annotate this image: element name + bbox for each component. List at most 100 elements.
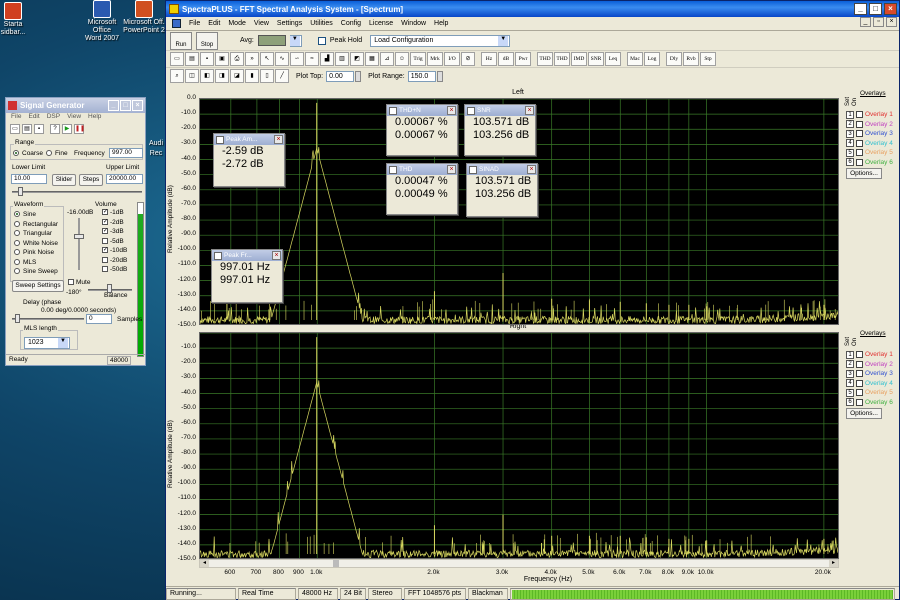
overlay-set-button[interactable]: 1: [846, 350, 854, 359]
siggen-menu-file[interactable]: File: [11, 113, 21, 123]
zoom-x-icon[interactable]: ◨: [215, 69, 229, 83]
waveform-radio[interactable]: MLS: [14, 259, 36, 266]
mdi-restore-button[interactable]: ▫: [873, 17, 884, 27]
snr-readout[interactable]: SNR × 103.571 dB 103.256 dB: [464, 104, 536, 156]
no-overload-icon[interactable]: ⊘: [461, 52, 475, 66]
sweep-settings-button[interactable]: Sweep Settings: [12, 280, 64, 292]
close-icon[interactable]: ×: [447, 106, 456, 115]
dly-button[interactable]: Dly: [666, 52, 682, 66]
overlay-row[interactable]: 6 Overlay 6: [846, 158, 893, 167]
stop-button[interactable]: Stop: [196, 31, 218, 50]
close-button[interactable]: ×: [884, 3, 897, 15]
overlay-options-button[interactable]: Options...: [846, 168, 882, 179]
menu-edit[interactable]: Edit: [208, 20, 220, 27]
open-icon[interactable]: ▤: [22, 124, 32, 134]
peak-frequency-readout[interactable]: Peak Fr... × 997.01 Hz 997.01 Hz: [211, 249, 283, 303]
db-button[interactable]: dB: [498, 52, 514, 66]
octave-icon[interactable]: ▯: [260, 69, 274, 83]
desktop-icon-powerpoint[interactable]: Microsoft Off. PowerPoint 2: [122, 0, 166, 35]
forward-icon[interactable]: »: [245, 52, 259, 66]
marker-button[interactable]: Mrk: [427, 52, 443, 66]
desktop-icon-word[interactable]: Microsoft Office Word 2007: [78, 0, 126, 43]
overlay-checkbox[interactable]: [856, 370, 863, 377]
siggen-menu-edit[interactable]: Edit: [28, 113, 39, 123]
close-icon[interactable]: ×: [525, 106, 534, 115]
siggen-titlebar[interactable]: Signal Generator _ □ ×: [6, 98, 145, 113]
leq-button[interactable]: Leq: [605, 52, 621, 66]
siggen-minimize-button[interactable]: _: [108, 100, 119, 111]
pwr-button[interactable]: Pwr: [515, 52, 531, 66]
person-icon[interactable]: ☺: [395, 52, 409, 66]
phase-icon[interactable]: ∽: [290, 52, 304, 66]
waveform-radio[interactable]: Triangular: [14, 230, 52, 237]
scrollbar-left-arrow[interactable]: ◂: [200, 560, 209, 567]
thd-readout[interactable]: THD × 0.00047 % 0.00049 %: [386, 163, 458, 215]
menu-config[interactable]: Config: [341, 20, 361, 27]
thdn-readout[interactable]: THD+N × 0.00067 % 0.00067 %: [386, 104, 458, 156]
frequency-slider[interactable]: [12, 191, 142, 193]
menu-file[interactable]: File: [189, 20, 200, 27]
level-checkbox[interactable]: -50dB: [102, 266, 127, 273]
siggen-menu-help[interactable]: Help: [88, 113, 101, 123]
siggen-close-button[interactable]: ×: [132, 100, 143, 111]
maximize-button[interactable]: □: [869, 3, 882, 15]
save-icon[interactable]: ▪: [200, 52, 214, 66]
close-icon[interactable]: ×: [527, 165, 536, 174]
close-icon[interactable]: ×: [272, 251, 281, 260]
avg-value-box[interactable]: [257, 35, 286, 46]
open-icon[interactable]: ▤: [185, 52, 199, 66]
peak-hold-checkbox[interactable]: [317, 36, 326, 45]
frequency-input[interactable]: 997.00: [109, 148, 143, 158]
filter-icon[interactable]: ▦: [365, 52, 379, 66]
print-icon[interactable]: ⎙: [230, 52, 244, 66]
spectrum-icon[interactable]: ▟: [320, 52, 334, 66]
zoom-icon[interactable]: ⌕: [170, 69, 184, 83]
overlay-checkbox[interactable]: [856, 111, 863, 118]
run-button[interactable]: Run: [170, 31, 192, 50]
sinad-readout[interactable]: SINAD × 103.571 dB 103.256 dB: [466, 163, 538, 217]
overlay-set-button[interactable]: 3: [846, 129, 854, 138]
mdi-close-button[interactable]: ×: [886, 17, 897, 27]
new-icon[interactable]: ▭: [10, 124, 20, 134]
level-checkbox[interactable]: ✓ -10dB: [102, 247, 127, 254]
spectrogram-icon[interactable]: ▥: [335, 52, 349, 66]
horizontal-scrollbar[interactable]: ◂ ▸: [199, 559, 839, 568]
hz-button[interactable]: Hz: [481, 52, 497, 66]
waveform-radio[interactable]: Pink Noise: [14, 249, 54, 256]
rvb-button[interactable]: Rvb: [683, 52, 699, 66]
export-icon[interactable]: ▣: [215, 52, 229, 66]
overlay-options-button[interactable]: Options...: [846, 408, 882, 419]
new-icon[interactable]: ▭: [170, 52, 184, 66]
line-icon[interactable]: ╱: [275, 69, 289, 83]
imd-button[interactable]: IMD: [571, 52, 587, 66]
overlay-checkbox[interactable]: [856, 130, 863, 137]
overlay-row[interactable]: 1 Overlay 1: [846, 350, 893, 359]
phase-plot-icon[interactable]: ⊿: [380, 52, 394, 66]
cursor-icon[interactable]: ↖: [260, 52, 274, 66]
overlay-checkbox[interactable]: [856, 351, 863, 358]
time-series-icon[interactable]: ≈: [305, 52, 319, 66]
save-icon[interactable]: ▪: [34, 124, 44, 134]
frequency-slider-thumb[interactable]: [18, 187, 23, 196]
overlay-set-button[interactable]: 6: [846, 398, 854, 406]
overlay-row[interactable]: 2 Overlay 2: [846, 360, 893, 369]
help-icon[interactable]: ?: [50, 124, 60, 134]
overlay-set-button[interactable]: 6: [846, 158, 854, 166]
lower-limit-input[interactable]: 10.00: [11, 174, 47, 184]
plot-top-spinner[interactable]: [355, 70, 362, 82]
menu-license[interactable]: License: [369, 20, 393, 27]
overlay-row[interactable]: 2 Overlay 2: [846, 120, 893, 129]
waveform-radio[interactable]: Sine Sweep: [14, 268, 58, 275]
overlay-set-button[interactable]: 4: [846, 139, 854, 147]
overlay-set-button[interactable]: 5: [846, 148, 854, 157]
overlay-set-button[interactable]: 3: [846, 369, 854, 378]
overlay-row[interactable]: 1 Overlay 1: [846, 110, 893, 119]
zoom-in-icon[interactable]: ◧: [200, 69, 214, 83]
overlay-row[interactable]: 4 Overlay 4: [846, 379, 893, 388]
menu-view[interactable]: View: [254, 20, 269, 27]
waveform-radio[interactable]: White Noise: [14, 240, 58, 247]
balance-slider-thumb[interactable]: [107, 284, 112, 293]
volume-slider-thumb[interactable]: [74, 234, 84, 239]
mac-button[interactable]: Mac: [627, 52, 643, 66]
wave-icon[interactable]: ∿: [275, 52, 289, 66]
